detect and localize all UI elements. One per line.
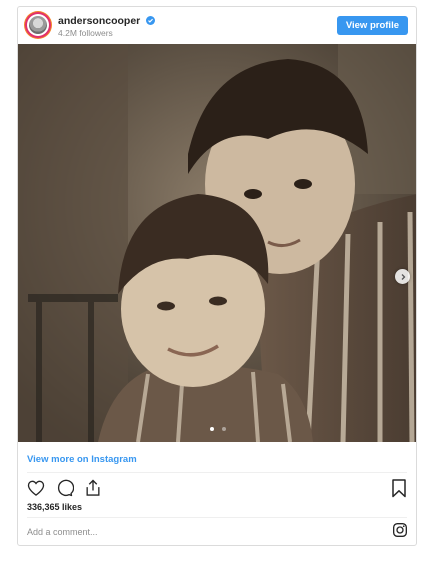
comment-input[interactable]: [27, 527, 367, 537]
post-photo[interactable]: [18, 44, 416, 442]
like-count: 336,365 likes: [27, 502, 83, 512]
view-more-link[interactable]: View more on Instagram: [27, 454, 137, 465]
chevron-right-icon: [401, 273, 405, 280]
next-photo-button[interactable]: [395, 269, 410, 284]
heart-icon: [27, 480, 45, 496]
save-button[interactable]: [390, 478, 408, 498]
instagram-logo-button[interactable]: [392, 522, 408, 538]
carousel-dot-2: [221, 427, 226, 431]
carousel-dot-1: [210, 427, 215, 431]
avatar[interactable]: [27, 14, 49, 36]
comment-button[interactable]: [54, 478, 75, 498]
view-profile-button[interactable]: View profile: [336, 16, 408, 35]
like-button[interactable]: [26, 478, 46, 498]
instagram-embed: andersoncooper 4.2M followers View profi…: [17, 6, 417, 546]
share-icon: [86, 479, 100, 496]
bookmark-icon: [392, 479, 406, 498]
comment-icon: [58, 479, 75, 497]
follower-count: 4.2M followers: [58, 28, 113, 38]
action-bar: [26, 478, 107, 498]
share-button[interactable]: [83, 478, 103, 498]
username[interactable]: andersoncooper: [58, 15, 156, 27]
carousel-indicator: [18, 418, 416, 436]
verified-badge-icon: [146, 16, 156, 25]
avatar-image: [29, 16, 47, 34]
divider: [27, 517, 407, 518]
photo-image: [18, 44, 416, 442]
divider: [27, 472, 407, 473]
instagram-logo-icon: [393, 523, 407, 537]
post-header: andersoncooper 4.2M followers View profi…: [18, 7, 416, 44]
username-text[interactable]: andersoncooper: [58, 15, 140, 27]
